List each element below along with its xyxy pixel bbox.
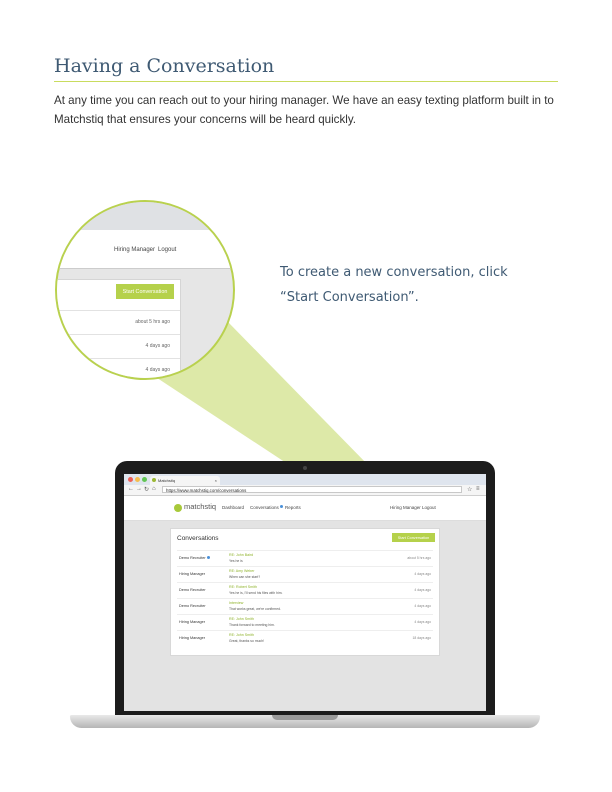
callout-line-2: “Start Conversation”.	[280, 290, 419, 305]
row-sender: Demo Recruiter	[179, 556, 210, 560]
row-time: 4 days ago	[414, 572, 431, 576]
conversations-card: Conversations Start Conversation Demo Re…	[170, 528, 440, 656]
row-subject[interactable]: RE: Robert Smith	[229, 585, 257, 589]
instruction-callout: To create a new conversation, click “Sta…	[280, 260, 520, 310]
camera-icon	[303, 466, 307, 470]
nav-dashboard[interactable]: Dashboard	[222, 505, 244, 510]
laptop-notch	[272, 715, 338, 720]
zoom-row-time: about 5 hrs ago	[135, 319, 170, 325]
zoom-row-time: 4 days ago	[145, 343, 170, 349]
row-sender: Demo Recruiter	[179, 604, 206, 608]
zoom-row-time: 4 days ago	[145, 367, 170, 373]
zoom-row[interactable]: about 5 hrs ago	[57, 310, 180, 335]
zoom-magnifier: Hiring Manager Logout Start Conversation…	[55, 200, 235, 380]
row-sender: Hiring Manager	[179, 572, 205, 576]
browser-tab-bar: Matchstiq ×	[124, 474, 486, 485]
row-time: 4 days ago	[414, 588, 431, 592]
callout-line-1: To create a new conversation, click	[280, 265, 508, 280]
zoom-row[interactable]: 4 days ago	[57, 358, 180, 378]
nav-conversations[interactable]: Conversations	[250, 505, 283, 510]
tab-close-icon[interactable]: ×	[215, 476, 217, 485]
home-icon[interactable]: ⌂	[152, 486, 156, 492]
row-sender: Hiring Manager	[179, 636, 205, 640]
unread-dot-icon	[206, 556, 210, 559]
row-time: 4 days ago	[414, 620, 431, 624]
row-time: about 5 hrs ago	[407, 556, 431, 560]
row-preview: When can she start?	[229, 575, 261, 579]
row-preview: Yes he is	[229, 559, 243, 563]
row-subject[interactable]: RE: John Baird	[229, 553, 253, 557]
row-time: 18 days ago	[412, 636, 431, 640]
close-window-icon[interactable]	[128, 477, 133, 482]
address-bar[interactable]: https://www.matchstiq.com/conversations	[162, 486, 462, 493]
row-sender: Demo Recruiter	[179, 588, 206, 592]
laptop-screen: Matchstiq × ← → ↻ ⌂ https://www.matchsti…	[124, 474, 486, 711]
nav-reports[interactable]: Reports	[285, 505, 301, 510]
zoom-start-conversation-button[interactable]: Start Conversation	[116, 284, 174, 299]
row-subject[interactable]: Interview	[229, 601, 243, 605]
row-preview: That works great, we're confirmed.	[229, 607, 281, 611]
maximize-window-icon[interactable]	[142, 477, 147, 482]
user-role[interactable]: Hiring Manager	[390, 505, 421, 510]
row-preview: Thank forward to meeting him.	[229, 623, 275, 627]
row-subject[interactable]: RE: Amy Weber	[229, 569, 255, 573]
conversation-row[interactable]: Demo Recruiter RE: Robert Smith Yes he i…	[177, 582, 433, 598]
app-header: matchstiq Dashboard Conversations Report…	[124, 496, 486, 521]
conversation-row[interactable]: Hiring Manager RE: John Smith Thank forw…	[177, 614, 433, 630]
zoom-row[interactable]: 4 days ago	[57, 334, 180, 359]
notification-dot-icon	[279, 505, 283, 508]
tab-title: Matchstiq	[158, 478, 176, 483]
conversation-row[interactable]: Hiring Manager RE: Amy Weber When can sh…	[177, 566, 433, 582]
zoom-conversations-card: Start Conversation about 5 hrs ago 4 day…	[57, 279, 181, 378]
back-icon[interactable]: ←	[128, 486, 134, 492]
logo-icon	[174, 504, 182, 512]
logo-text[interactable]: matchstiq	[184, 502, 216, 511]
favicon-icon	[152, 478, 156, 482]
conversation-row[interactable]: Demo Recruiter RE: John Baird Yes he is …	[177, 550, 433, 566]
conversation-row[interactable]: Hiring Manager RE: John Smith Great, tha…	[177, 630, 433, 646]
row-time: 4 days ago	[414, 604, 431, 608]
nav-conversations-label: Conversations	[250, 505, 279, 510]
browser-tab[interactable]: Matchstiq ×	[150, 476, 220, 485]
row-preview: Great, thanks so much!	[229, 639, 265, 643]
menu-icon[interactable]: ≡	[476, 486, 480, 492]
bookmark-star-icon[interactable]: ☆	[467, 486, 472, 493]
minimize-window-icon[interactable]	[135, 477, 140, 482]
zoom-browser-bar	[57, 202, 233, 230]
start-conversation-button[interactable]: Start Conversation	[392, 533, 435, 542]
reload-icon[interactable]: ↻	[144, 486, 149, 493]
logout-link[interactable]: Logout	[422, 505, 436, 510]
row-preview: Yes he is, I'll send his files with him.	[229, 591, 283, 595]
row-sender: Hiring Manager	[179, 620, 205, 624]
address-row: ← → ↻ ⌂ https://www.matchstiq.com/conver…	[124, 485, 486, 496]
zoom-user-role[interactable]: Hiring Manager	[114, 247, 155, 253]
row-subject[interactable]: RE: John Smith	[229, 633, 254, 637]
zoom-logout-link[interactable]: Logout	[158, 247, 176, 253]
conversation-row[interactable]: Demo Recruiter Interview That works grea…	[177, 598, 433, 614]
conversations-title: Conversations	[177, 535, 219, 542]
zoom-app-header: Hiring Manager Logout	[57, 230, 233, 269]
forward-icon[interactable]: →	[136, 486, 142, 492]
row-subject[interactable]: RE: John Smith	[229, 617, 254, 621]
